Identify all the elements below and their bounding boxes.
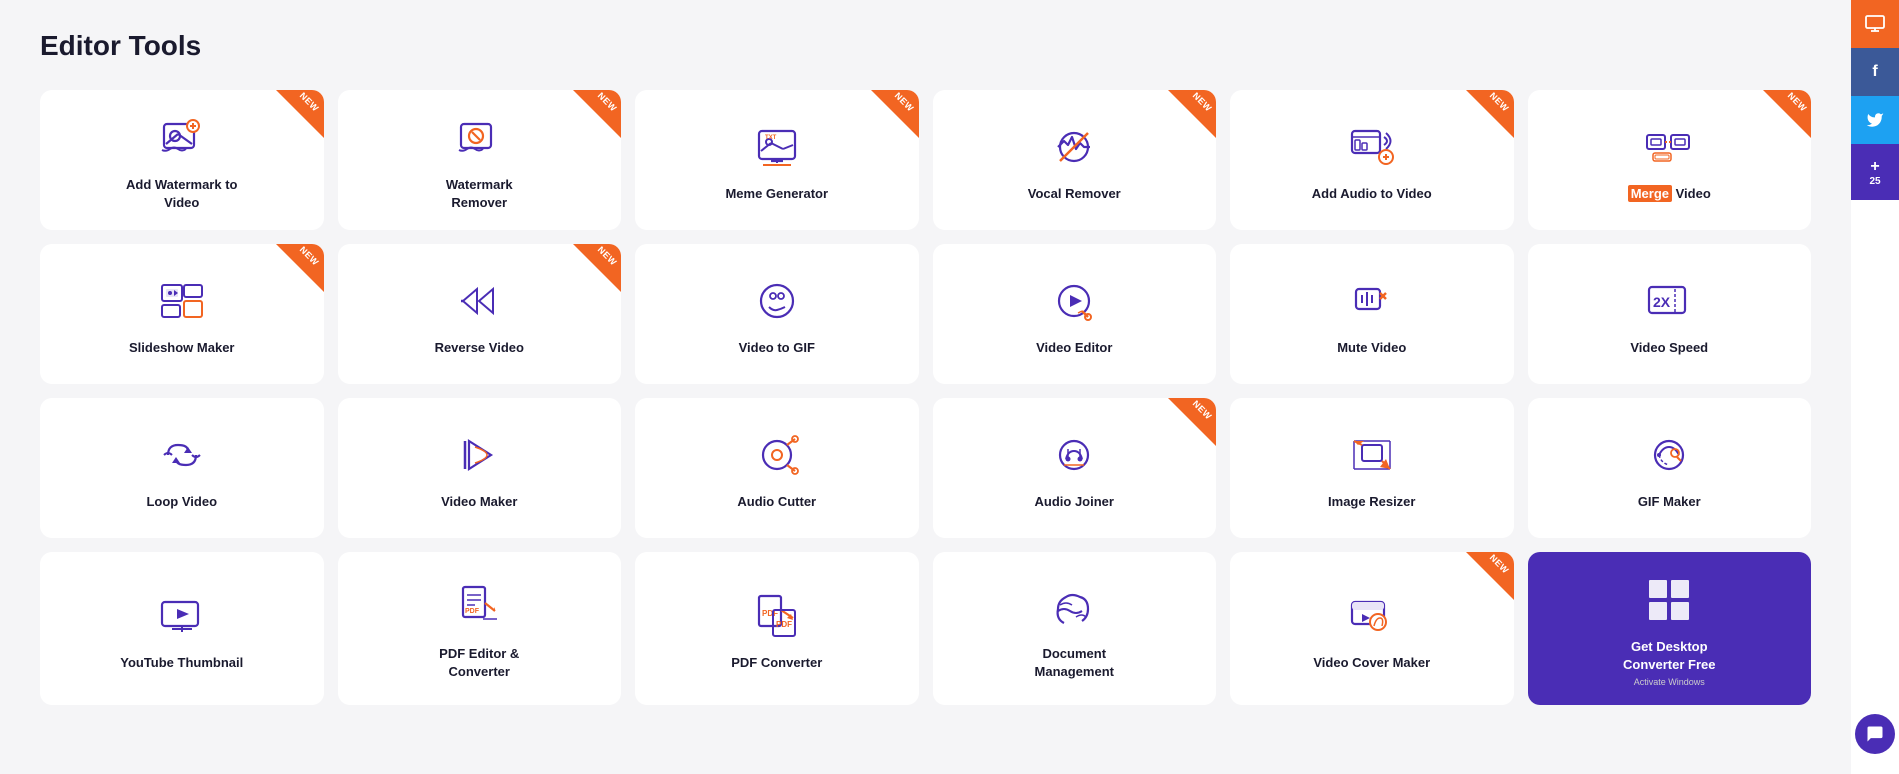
tool-icon-gif — [751, 275, 803, 327]
tool-icon-video-cover — [1346, 590, 1398, 642]
card-label: Add Audio to Video — [1312, 185, 1432, 203]
tool-icon-desktop — [1643, 574, 1695, 626]
new-badge: NEW — [871, 90, 919, 138]
tool-icon-resize — [1346, 429, 1398, 481]
card-watermark-remover[interactable]: NEW WatermarkRemover — [338, 90, 622, 230]
card-reverse-video[interactable]: NEW Reverse Video — [338, 244, 622, 384]
tool-icon-document — [1048, 581, 1100, 633]
card-pdf-editor[interactable]: PDF PDF Editor &Converter — [338, 552, 622, 705]
social-sidebar: f + 25 — [1851, 0, 1899, 774]
card-label: Video Maker — [441, 493, 517, 511]
card-label: YouTube Thumbnail — [120, 654, 243, 672]
card-label: DocumentManagement — [1035, 645, 1114, 680]
card-label: Audio Cutter — [737, 493, 816, 511]
card-label: Loop Video — [146, 493, 217, 511]
tool-icon-audio-add — [1346, 121, 1398, 173]
new-badge: NEW — [573, 90, 621, 138]
tool-icon-video-maker — [453, 429, 505, 481]
card-loop-video[interactable]: Loop Video — [40, 398, 324, 538]
svg-text:TXT: TXT — [765, 135, 777, 141]
tool-icon-audio-join — [1048, 429, 1100, 481]
card-slideshow-maker[interactable]: NEW Slideshow Maker — [40, 244, 324, 384]
tool-icon-watermark-remove — [453, 112, 505, 164]
card-label: PDF Converter — [731, 654, 822, 672]
tool-icon-slideshow — [156, 275, 208, 327]
card-add-watermark[interactable]: NEW Add Watermark toVideo — [40, 90, 324, 230]
tool-icon-meme: TXT — [751, 121, 803, 173]
page-title: Editor Tools — [40, 30, 1811, 62]
card-label: Video Editor — [1036, 339, 1112, 357]
tool-icon-reverse — [453, 275, 505, 327]
card-label: Meme Generator — [725, 185, 828, 203]
tool-icon-mute — [1346, 275, 1398, 327]
card-audio-cutter[interactable]: Audio Cutter — [635, 398, 919, 538]
new-badge: NEW — [573, 244, 621, 292]
new-badge: NEW — [1168, 90, 1216, 138]
card-label: Mute Video — [1337, 339, 1406, 357]
card-add-audio[interactable]: NEW Add Audio to Video — [1230, 90, 1514, 230]
tool-icon-merge — [1643, 121, 1695, 173]
card-label: Add Watermark toVideo — [126, 176, 237, 211]
card-video-editor[interactable]: Video Editor — [933, 244, 1217, 384]
card-mute-video[interactable]: Mute Video — [1230, 244, 1514, 384]
tool-icon-pdf-edit: PDF — [453, 581, 505, 633]
card-label: Video Cover Maker — [1313, 654, 1430, 672]
tool-icon-speed: 2X — [1643, 275, 1695, 327]
new-badge: NEW — [276, 90, 324, 138]
card-label: Merge Video — [1628, 185, 1711, 203]
main-content: Editor Tools NEW Add Watermark toVideo — [0, 0, 1851, 774]
facebook-share-btn[interactable]: f — [1851, 48, 1899, 96]
new-badge: NEW — [1168, 398, 1216, 446]
tool-icon-vocal — [1048, 121, 1100, 173]
new-badge: NEW — [1763, 90, 1811, 138]
tool-icon-video-edit — [1048, 275, 1100, 327]
share-count: 25 — [1869, 176, 1880, 187]
card-label: Slideshow Maker — [129, 339, 234, 357]
card-get-desktop[interactable]: Get DesktopConverter Free Activate Windo… — [1528, 552, 1812, 705]
card-video-maker[interactable]: Video Maker — [338, 398, 622, 538]
card-meme-generator[interactable]: NEW TXT Meme Generator — [635, 90, 919, 230]
card-label: Video Speed — [1630, 339, 1708, 357]
card-gif-maker[interactable]: GIF Maker — [1528, 398, 1812, 538]
desktop-icon-btn[interactable] — [1851, 0, 1899, 48]
tool-icon-audio-cut — [751, 429, 803, 481]
card-audio-joiner[interactable]: NEW Audio Joiner — [933, 398, 1217, 538]
card-label: Get DesktopConverter Free — [1623, 638, 1715, 673]
card-label: Image Resizer — [1328, 493, 1415, 511]
card-merge-video[interactable]: NEW Merge Video — [1528, 90, 1812, 230]
card-video-to-gif[interactable]: Video to GIF — [635, 244, 919, 384]
new-badge: NEW — [1466, 552, 1514, 600]
tool-icon-loop — [156, 429, 208, 481]
card-label: Vocal Remover — [1028, 185, 1121, 203]
svg-text:2X: 2X — [1653, 294, 1671, 310]
card-image-resizer[interactable]: Image Resizer — [1230, 398, 1514, 538]
share-count-btn[interactable]: + 25 — [1851, 144, 1899, 200]
card-youtube-thumbnail[interactable]: YouTube Thumbnail — [40, 552, 324, 705]
new-badge: NEW — [1466, 90, 1514, 138]
card-vocal-remover[interactable]: NEW Vocal Remover — [933, 90, 1217, 230]
card-label: Video to GIF — [739, 339, 815, 357]
svg-text:PDF: PDF — [465, 608, 480, 615]
card-label: Audio Joiner — [1035, 493, 1114, 511]
tool-icon-pdf-convert: PDF PDF — [751, 590, 803, 642]
card-label: Reverse Video — [435, 339, 524, 357]
twitter-share-btn[interactable] — [1851, 96, 1899, 144]
chat-btn[interactable] — [1855, 714, 1895, 754]
tool-icon-youtube — [156, 590, 208, 642]
tools-grid: NEW Add Watermark toVideo NEW — [40, 90, 1811, 705]
card-pdf-converter[interactable]: PDF PDF PDF Converter — [635, 552, 919, 705]
card-label: GIF Maker — [1638, 493, 1701, 511]
svg-text:PDF: PDF — [776, 620, 792, 629]
card-label: PDF Editor &Converter — [439, 645, 519, 680]
card-video-cover-maker[interactable]: NEW Video Cover Maker — [1230, 552, 1514, 705]
card-document-management[interactable]: DocumentManagement — [933, 552, 1217, 705]
tool-icon-gif-maker — [1643, 429, 1695, 481]
card-label: WatermarkRemover — [446, 176, 513, 211]
activate-windows-text: Activate Windows — [1634, 677, 1705, 687]
card-video-speed[interactable]: 2X Video Speed — [1528, 244, 1812, 384]
tool-icon-watermark-add — [156, 112, 208, 164]
new-badge: NEW — [276, 244, 324, 292]
